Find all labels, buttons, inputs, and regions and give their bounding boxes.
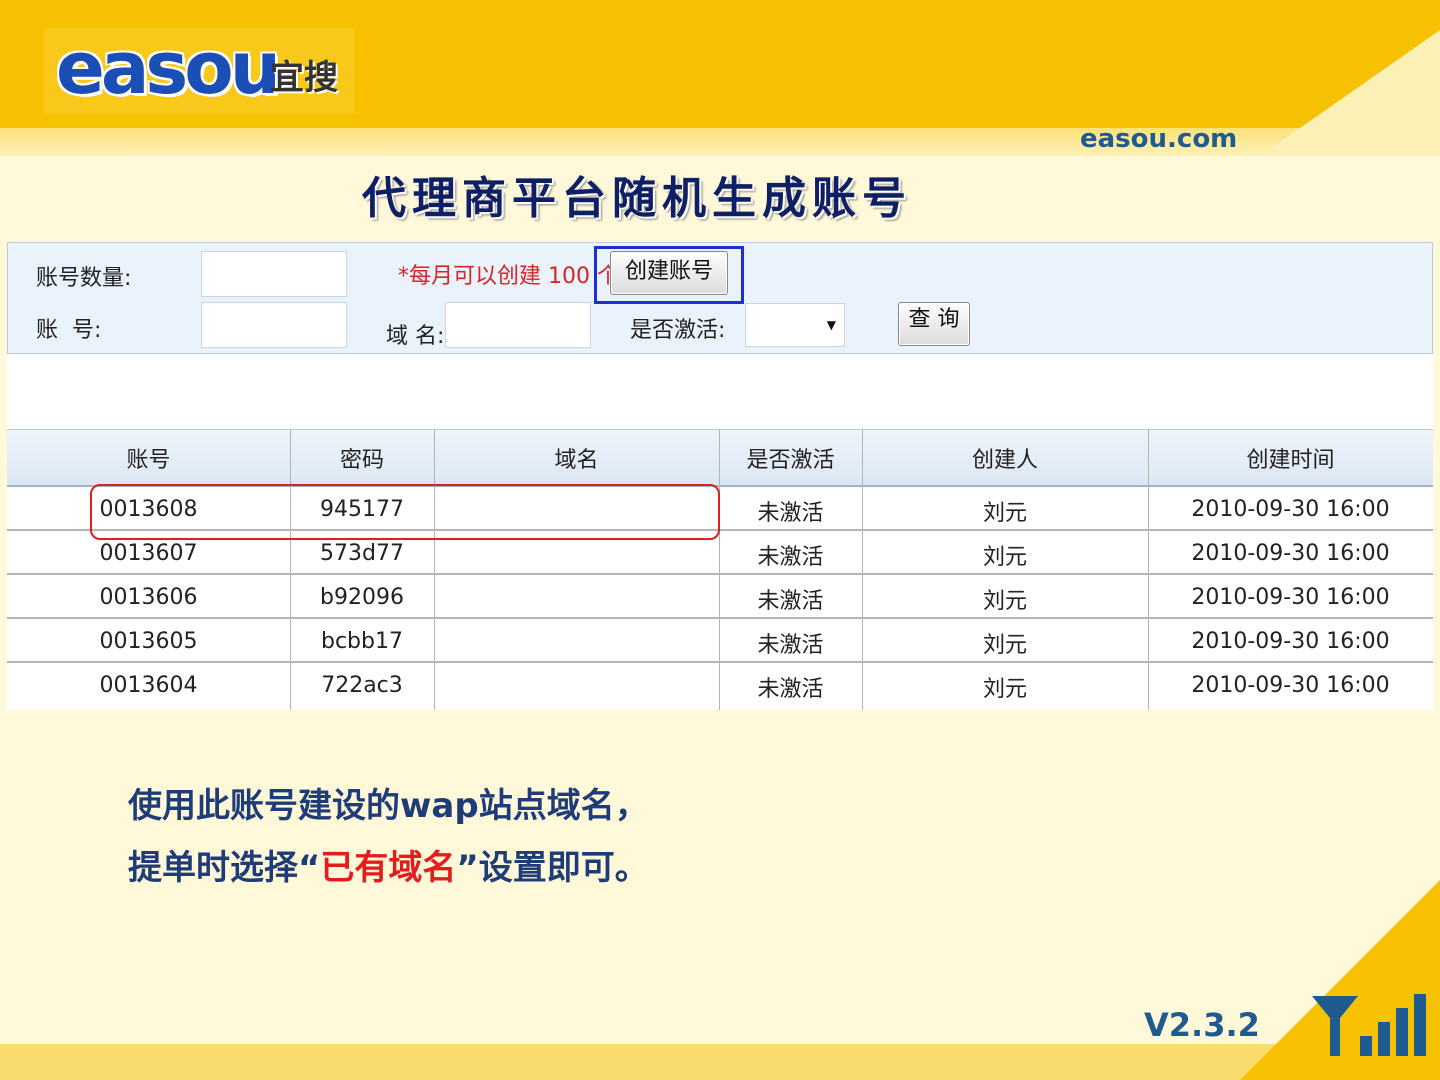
table-row[interactable]: 0013606 b92096 未激活 刘元 2010-09-30 16:00	[7, 575, 1433, 619]
logo-cn-text: 宜搜	[270, 58, 338, 98]
table-row[interactable]: 0013604 722ac3 未激活 刘元 2010-09-30 16:00	[7, 663, 1433, 707]
cell-password: 573d77	[320, 541, 404, 566]
cell-password: 722ac3	[321, 673, 403, 698]
column-header-password[interactable]: 密码	[290, 442, 434, 474]
cell-password: b92096	[320, 585, 404, 610]
column-header-activated[interactable]: 是否激活	[719, 442, 862, 474]
caption-text-before: 提单时选择“	[128, 848, 321, 888]
version-label: V2.3.2	[1144, 1006, 1260, 1044]
activated-label: 是否激活:	[630, 318, 726, 343]
chevron-down-icon: ▼	[826, 318, 836, 332]
site-url[interactable]: easou.com	[1080, 124, 1237, 154]
monthly-limit-note: *每月可以创建 100 个	[398, 264, 619, 289]
column-divider	[434, 429, 435, 710]
caption-line-1: 使用此账号建设的wap站点域名，	[128, 786, 649, 826]
column-header-account[interactable]: 账号	[7, 442, 290, 474]
first-row-highlight	[90, 484, 720, 540]
query-button[interactable]: 查 询	[898, 302, 970, 346]
activated-select[interactable]: ▼	[745, 303, 845, 347]
cell-created-time: 2010-09-30 16:00	[1191, 585, 1390, 610]
column-header-domain[interactable]: 域名	[434, 442, 719, 474]
column-divider	[719, 429, 720, 710]
cell-activated: 未激活	[757, 501, 824, 526]
cell-account: 0013607	[99, 541, 198, 566]
cell-creator: 刘元	[982, 633, 1027, 658]
account-input[interactable]	[201, 302, 347, 348]
cell-account: 0013606	[99, 585, 198, 610]
cell-creator: 刘元	[982, 501, 1027, 526]
signal-icon	[1312, 994, 1426, 1056]
column-divider	[862, 429, 863, 710]
create-account-button[interactable]: 创建账号	[610, 251, 728, 295]
cell-created-time: 2010-09-30 16:00	[1191, 497, 1390, 522]
table-header: 账号 密码 域名 是否激活 创建人 创建时间	[7, 429, 1433, 487]
domain-input[interactable]	[445, 302, 591, 348]
accounts-table: 账号 密码 域名 是否激活 创建人 创建时间 0013608 945177 未激…	[7, 429, 1433, 710]
domain-label: 域 名:	[386, 324, 445, 349]
count-label: 账号数量:	[36, 266, 132, 291]
cell-creator: 刘元	[982, 677, 1027, 702]
footer-band	[0, 1044, 1440, 1080]
column-header-creator[interactable]: 创建人	[862, 442, 1148, 474]
cell-account: 0013605	[99, 629, 198, 654]
account-label: 账 号:	[36, 318, 102, 343]
caption-text-after: ”设置即可。	[456, 848, 649, 888]
caption-line-2: 提单时选择“已有域名”设置即可。	[128, 840, 649, 889]
column-divider	[290, 429, 291, 710]
cell-activated: 未激活	[757, 545, 824, 570]
cell-created-time: 2010-09-30 16:00	[1191, 541, 1390, 566]
page-title: 代理商平台随机生成账号	[362, 173, 912, 224]
cell-password: bcbb17	[321, 629, 403, 654]
cell-created-time: 2010-09-30 16:00	[1191, 629, 1390, 654]
caption-highlight: 已有域名	[320, 848, 457, 888]
column-header-created-time[interactable]: 创建时间	[1148, 442, 1433, 474]
cell-created-time: 2010-09-30 16:00	[1191, 673, 1390, 698]
spacer	[7, 354, 1433, 430]
cell-activated: 未激活	[757, 677, 824, 702]
table-row[interactable]: 0013605 bcbb17 未激活 刘元 2010-09-30 16:00	[7, 619, 1433, 663]
easou-logo: easou	[56, 26, 281, 110]
cell-creator: 刘元	[982, 545, 1027, 570]
cell-creator: 刘元	[982, 589, 1027, 614]
cell-activated: 未激活	[757, 589, 824, 614]
column-divider	[1148, 429, 1149, 710]
count-input[interactable]	[201, 251, 347, 297]
cell-account: 0013604	[99, 673, 198, 698]
cell-activated: 未激活	[757, 633, 824, 658]
